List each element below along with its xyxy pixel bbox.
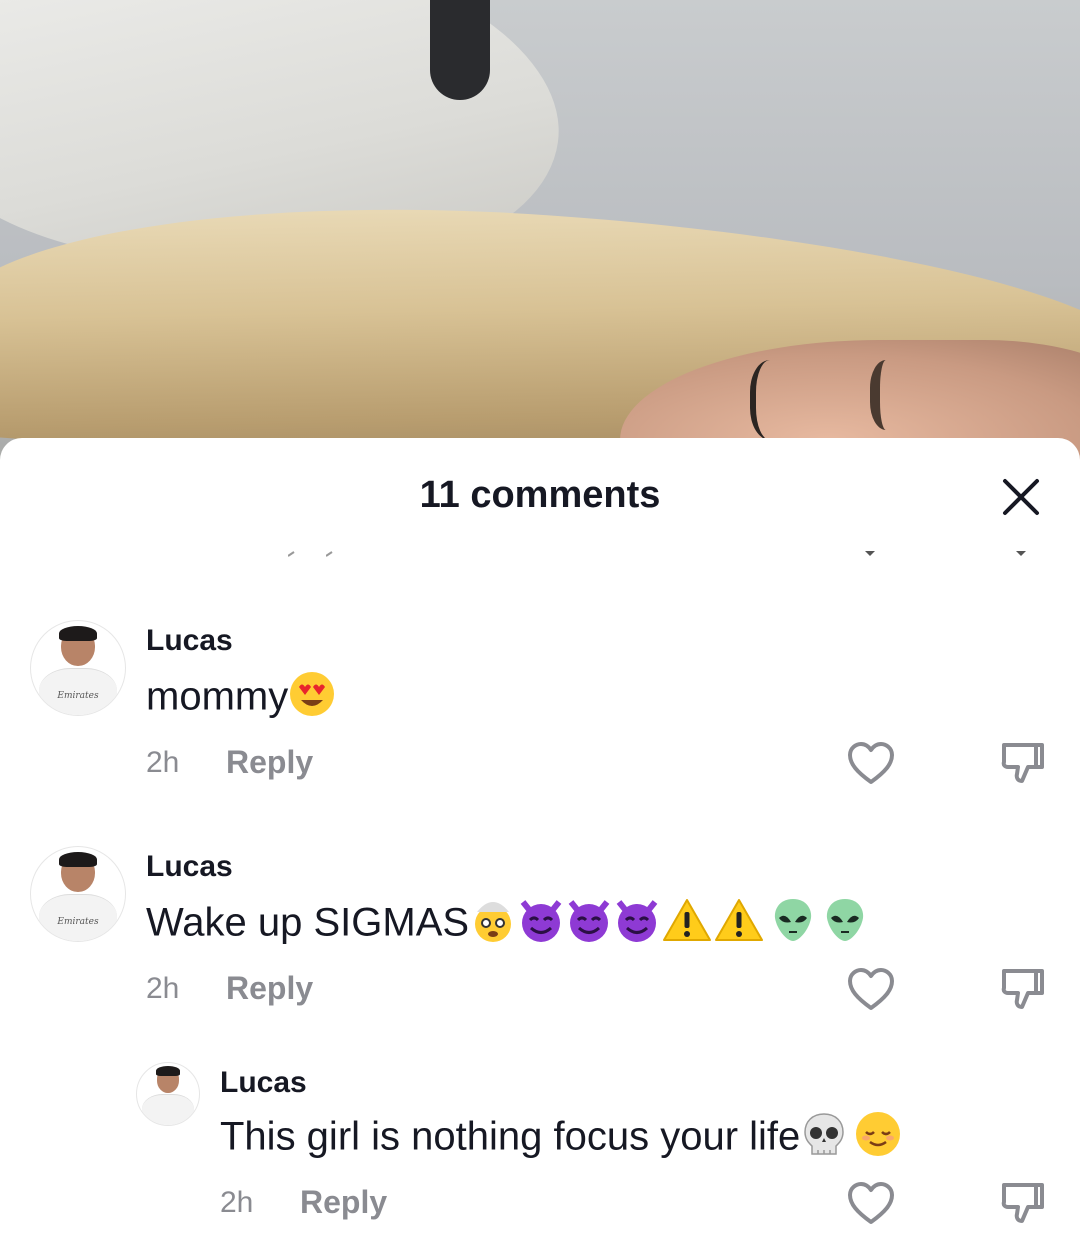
comment-text: This girl is nothing focus your life <box>220 1110 902 1168</box>
like-button[interactable] <box>845 964 897 1016</box>
avatar[interactable]: Emirates <box>30 846 126 942</box>
comment-username[interactable]: Lucas <box>146 850 233 884</box>
video-eyebrow <box>870 360 910 430</box>
comment-text: Wake up SIGMAS <box>146 896 867 954</box>
heart-icon <box>848 742 894 784</box>
smiling-devil-emoji-icon <box>613 896 661 954</box>
heart-icon <box>848 1182 894 1224</box>
like-button[interactable] <box>845 738 897 790</box>
alien-emoji-icon <box>771 896 815 954</box>
reply-button[interactable]: Reply <box>300 1184 387 1221</box>
smiling-devil-emoji-icon <box>517 896 565 954</box>
smiling-devil-emoji-icon <box>565 896 613 954</box>
heart-eyes-emoji-icon <box>288 670 336 728</box>
skull-emoji-icon <box>800 1110 848 1168</box>
reply-comment-item: Lucas This girl is nothing focus your li… <box>0 1060 1080 1251</box>
thumbs-down-icon <box>1001 1183 1044 1223</box>
comment-time: 2h <box>146 972 180 1005</box>
warning-emoji-icon <box>661 896 713 954</box>
clipped-chevron-icon <box>865 551 875 556</box>
alien-emoji-icon <box>823 896 867 954</box>
comment-text: mommy <box>146 670 336 728</box>
comment-item: Emirates Lucas Wake up SIGMAS 2h Reply <box>0 846 1080 1046</box>
dislike-button[interactable] <box>997 1178 1049 1230</box>
thumbs-down-icon <box>1001 743 1044 783</box>
video-dark-object <box>430 0 490 100</box>
dislike-button[interactable] <box>997 964 1049 1016</box>
reply-button[interactable]: Reply <box>226 970 313 1007</box>
relieved-face-emoji-icon <box>854 1110 902 1168</box>
avatar[interactable] <box>136 1062 200 1126</box>
reply-button[interactable]: Reply <box>226 744 313 781</box>
close-icon <box>1003 479 1039 515</box>
exploding-head-emoji-icon <box>469 896 517 954</box>
comment-time: 2h <box>220 1186 254 1219</box>
video-background <box>0 0 1080 470</box>
close-button[interactable] <box>992 468 1050 526</box>
clipped-chevron-icon <box>1016 551 1026 556</box>
clipped-content-mark <box>288 551 295 557</box>
like-button[interactable] <box>845 1178 897 1230</box>
thumbs-down-icon <box>1001 969 1044 1009</box>
dislike-button[interactable] <box>997 738 1049 790</box>
heart-icon <box>848 968 894 1010</box>
warning-emoji-icon <box>713 896 765 954</box>
comments-sheet: 11 comments Emirates Lucas mommy 2h Repl… <box>0 438 1080 1251</box>
clipped-content-mark <box>326 551 333 557</box>
comment-username[interactable]: Lucas <box>146 624 233 658</box>
avatar[interactable]: Emirates <box>30 620 126 716</box>
comment-time: 2h <box>146 746 180 779</box>
comment-item: Emirates Lucas mommy 2h Reply <box>0 620 1080 820</box>
comment-username[interactable]: Lucas <box>220 1066 307 1100</box>
comments-count-title: 11 comments <box>419 474 661 516</box>
video-eyelash <box>750 360 800 440</box>
comments-header: 11 comments <box>0 438 1080 548</box>
